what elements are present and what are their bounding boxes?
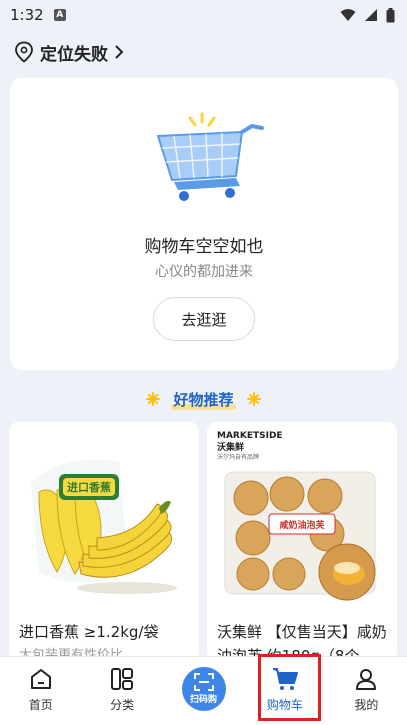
recommend-title: 好物推荐: [169, 389, 237, 410]
home-icon: [30, 669, 51, 689]
status-time: 1:32: [10, 6, 44, 24]
location-pin-icon: [15, 41, 33, 63]
app-notification-icon: A: [53, 9, 66, 21]
puff-product-image: MARKETSIDE 沃集鲜 沃尔玛自有品牌 咸奶油泡芙: [207, 422, 397, 612]
empty-cart-title: 购物车空空如也: [144, 237, 264, 257]
product-card[interactable]: MARKETSIDE 沃集鲜 沃尔玛自有品牌 咸奶油泡芙 沃集鲜 【仅售当天】咸…: [207, 422, 397, 662]
tab-label: 分类: [110, 698, 135, 712]
sparkle-left-icon: [146, 392, 161, 406]
cart-icon: [272, 668, 298, 690]
scan-icon: [193, 673, 214, 691]
product-name: 进口香蕉 ≥1.2kg/袋: [19, 623, 159, 641]
user-icon: [356, 669, 377, 690]
tab-label: 首页: [28, 698, 53, 712]
location-label: 定位失败: [40, 44, 108, 65]
status-icons: [340, 7, 395, 23]
pack-label-text: 咸奶油泡芙: [279, 519, 325, 531]
product-card[interactable]: 进口香蕉 进口香蕉 ≥1.2kg/袋 大包装更有性价比: [9, 422, 199, 662]
brand-logo-cn: 沃集鲜: [217, 441, 244, 453]
status-bar: 1:32 A: [0, 0, 407, 30]
signal-icon: [365, 9, 377, 21]
tab-label: 我的: [354, 698, 379, 712]
wifi-icon: [340, 9, 356, 21]
tab-label: 扫码购: [190, 695, 218, 705]
empty-cart-card: 购物车空空如也 心仪的都加进来 去逛逛: [10, 78, 398, 370]
tab-category[interactable]: 分类: [81, 657, 162, 725]
bottom-tab-bar: 首页 分类 扫码购 购物车 我的: [0, 656, 407, 725]
brand-logo-text: MARKETSIDE: [217, 431, 283, 441]
recommend-header: 好物推荐: [0, 386, 407, 412]
scan-button[interactable]: 扫码购: [181, 667, 226, 711]
sparkle-right-icon: [246, 392, 261, 406]
empty-cart-subtitle: 心仪的都加进来: [155, 264, 253, 280]
banana-product-image: 进口香蕉: [9, 422, 199, 612]
tab-scan-buy[interactable]: 扫码购: [163, 657, 244, 725]
go-shopping-button[interactable]: 去逛逛: [153, 297, 255, 341]
brand-logo-tag: 沃尔玛自有品牌: [217, 453, 259, 461]
tab-mine[interactable]: 我的: [326, 657, 407, 725]
empty-cart-illustration: [156, 112, 264, 201]
banana-badge-text: 进口香蕉: [67, 480, 111, 494]
tab-home[interactable]: 首页: [0, 657, 81, 725]
battery-icon: [386, 7, 395, 22]
location-selector[interactable]: 定位失败: [14, 38, 124, 66]
category-icon: [111, 668, 134, 690]
tab-cart[interactable]: 购物车: [244, 657, 325, 725]
chevron-right-icon: [115, 45, 124, 59]
tab-label: 购物车: [266, 698, 303, 712]
